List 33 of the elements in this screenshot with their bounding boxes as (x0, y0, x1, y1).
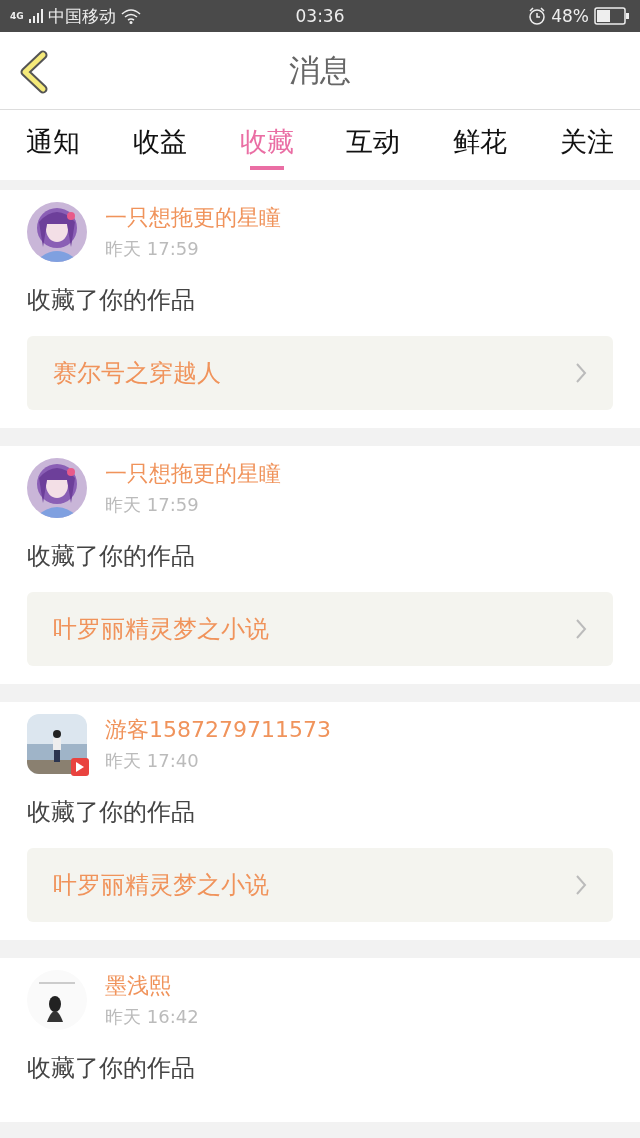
user-name[interactable]: 墨浅熙 (105, 971, 199, 1001)
action-text: 收藏了你的作品 (27, 285, 196, 316)
message-time: 昨天 17:40 (105, 749, 200, 773)
battery-icon (594, 7, 630, 25)
tab[interactable]: 鲜花 (439, 110, 522, 180)
chevron-right-icon (575, 874, 587, 896)
user-name[interactable]: 游客1587279711573 (105, 715, 331, 745)
action-text: 收藏了你的作品 (27, 1053, 196, 1084)
tab[interactable]: 互动 (332, 110, 415, 180)
wifi-icon (120, 8, 141, 24)
carrier-name: 中国移动 (47, 4, 116, 28)
action-text: 收藏了你的作品 (27, 541, 196, 572)
action-text: 收藏了你的作品 (27, 797, 196, 828)
work-link[interactable]: 叶罗丽精灵梦之小说 (27, 592, 613, 666)
alarm-icon (528, 7, 547, 25)
chevron-right-icon (575, 618, 587, 640)
work-link[interactable]: 叶罗丽精灵梦之小说 (27, 848, 613, 922)
network-type: 4G (10, 11, 24, 21)
user-name[interactable]: 一只想拖更的星瞳 (105, 203, 281, 233)
user-name[interactable]: 一只想拖更的星瞳 (105, 459, 281, 489)
chevron-right-icon (575, 362, 587, 384)
message-time: 昨天 17:59 (105, 493, 200, 517)
message-time: 昨天 16:42 (105, 1005, 199, 1029)
page-title: 消息 (289, 50, 351, 90)
tab[interactable]: 收益 (118, 110, 201, 180)
work-link[interactable]: 赛尔号之穿越人 (27, 336, 613, 410)
battery-percent: 48% (551, 6, 589, 26)
message-time: 昨天 17:59 (105, 237, 200, 261)
signal-icon (28, 9, 43, 23)
tab[interactable]: 收藏 (225, 110, 308, 180)
clock-time: 03:36 (294, 6, 346, 26)
tab[interactable]: 通知 (12, 110, 94, 180)
tab[interactable]: 关注 (546, 110, 628, 180)
